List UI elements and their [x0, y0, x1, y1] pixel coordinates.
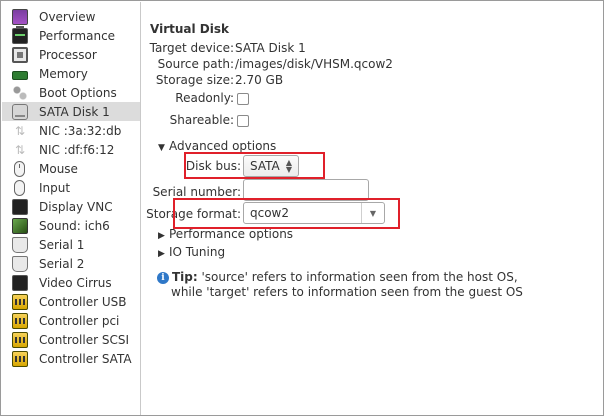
monitor-icon — [12, 8, 28, 28]
sidebar-item-sound[interactable]: Sound: ich6 — [2, 216, 140, 235]
io-tuning-label: IO Tuning — [169, 245, 226, 259]
sidebar-item-controller-sata[interactable]: Controller SATA — [2, 349, 140, 368]
sidebar-item-sata-disk-1[interactable]: SATA Disk 1 — [2, 102, 140, 121]
serial-icon — [12, 255, 28, 272]
sidebar-item-processor[interactable]: Processor — [2, 45, 140, 64]
performance-icon — [12, 27, 28, 44]
mouse-icon — [14, 160, 25, 177]
nic-icon: ⇅ — [14, 142, 26, 157]
source-path-value: /images/disk/VHSM.qcow2 — [235, 57, 393, 71]
tip-line-2: while 'target' refers to information see… — [171, 285, 523, 299]
sidebar-item-label: Controller pci — [39, 313, 120, 328]
tip-bold: Tip: — [172, 270, 198, 284]
sidebar-item-label: NIC :3a:32:db — [39, 123, 122, 138]
sidebar-item-controller-scsi[interactable]: Controller SCSI — [2, 330, 140, 349]
hardware-list: Overview Performance Processor Memory Bo… — [2, 2, 141, 415]
sidebar-item-label: Boot Options — [39, 85, 117, 100]
serial-number-label: Serial number: — [152, 185, 241, 199]
sidebar-item-video-cirrus[interactable]: Video Cirrus — [2, 273, 140, 292]
memory-icon — [12, 70, 28, 80]
sidebar-item-display-vnc[interactable]: Display VNC — [2, 197, 140, 216]
target-device-label: Target device: — [149, 41, 234, 55]
display-icon — [12, 198, 28, 215]
sidebar-item-serial-1[interactable]: Serial 1 — [2, 235, 140, 254]
readonly-checkbox[interactable] — [237, 93, 249, 105]
disk-details-panel: Virtual Disk Target device: SATA Disk 1 … — [142, 2, 602, 414]
tip-line-1: 'source' refers to information seen from… — [197, 270, 518, 284]
sidebar-item-memory[interactable]: Memory — [2, 64, 140, 83]
performance-options-expander[interactable]: ▶ Performance options — [158, 227, 293, 241]
sidebar-item-label: Video Cirrus — [39, 275, 112, 290]
sidebar-item-serial-2[interactable]: Serial 2 — [2, 254, 140, 273]
shareable-label: Shareable: — [169, 113, 234, 127]
storage-size-label: Storage size: — [155, 73, 234, 87]
sidebar-item-label: Memory — [39, 66, 88, 81]
expanded-triangle-icon: ▼ — [158, 143, 165, 153]
sidebar-item-label: Controller SCSI — [39, 332, 129, 347]
sidebar-item-nic-2[interactable]: ⇅ NIC :df:f6:12 — [2, 140, 140, 159]
performance-options-label: Performance options — [169, 227, 294, 241]
sidebar-item-boot-options[interactable]: Boot Options — [2, 83, 140, 102]
sidebar-item-overview[interactable]: Overview — [2, 7, 140, 28]
sidebar-item-nic-1[interactable]: ⇅ NIC :3a:32:db — [2, 121, 140, 140]
sidebar-item-input[interactable]: Input — [2, 178, 140, 197]
section-title: Virtual Disk — [150, 22, 229, 36]
sidebar-item-label: Input — [39, 180, 71, 195]
sidebar-item-controller-pci[interactable]: Controller pci — [2, 311, 140, 330]
sidebar-item-controller-usb[interactable]: Controller USB — [2, 292, 140, 311]
storage-format-highlight — [173, 198, 400, 229]
tip-text-line-1: Tip: 'source' refers to information seen… — [172, 270, 518, 285]
collapsed-triangle-icon: ▶ — [158, 249, 165, 259]
disk-bus-highlight — [184, 152, 325, 179]
controller-icon — [12, 331, 28, 348]
sidebar-item-label: Controller SATA — [39, 351, 132, 366]
sound-icon — [12, 217, 28, 234]
sidebar-item-label: Serial 1 — [39, 237, 85, 252]
processor-icon — [12, 46, 28, 63]
video-icon — [12, 274, 28, 291]
sidebar-item-label: Processor — [39, 47, 97, 62]
storage-size-value: 2.70 GB — [235, 73, 284, 87]
controller-icon — [12, 312, 28, 329]
serial-icon — [12, 236, 28, 253]
advanced-options-label: Advanced options — [169, 139, 277, 153]
sidebar-item-performance[interactable]: Performance — [2, 26, 140, 45]
sidebar-item-label: Display VNC — [39, 199, 113, 214]
collapsed-triangle-icon: ▶ — [158, 231, 165, 241]
sidebar-item-label: Sound: ich6 — [39, 218, 110, 233]
input-icon — [14, 179, 25, 196]
sidebar-item-label: Controller USB — [39, 294, 127, 309]
info-icon: i — [157, 272, 169, 284]
advanced-options-expander[interactable]: ▼ Advanced options — [158, 139, 276, 153]
controller-icon — [12, 293, 28, 310]
shareable-checkbox[interactable] — [237, 115, 249, 127]
source-path-label: Source path: — [157, 57, 234, 71]
nic-icon: ⇅ — [14, 123, 26, 138]
io-tuning-expander[interactable]: ▶ IO Tuning — [158, 245, 225, 259]
sidebar-item-label: Overview — [39, 9, 96, 24]
target-device-value: SATA Disk 1 — [235, 41, 306, 55]
readonly-label: Readonly: — [175, 91, 234, 105]
sidebar-item-label: Serial 2 — [39, 256, 85, 271]
sidebar-item-label: Performance — [39, 28, 116, 43]
sidebar-item-label: SATA Disk 1 — [39, 104, 110, 119]
disk-icon — [12, 103, 28, 120]
sidebar-item-label: Mouse — [39, 161, 78, 176]
boot-options-icon — [12, 84, 28, 101]
vm-details-window: Overview Performance Processor Memory Bo… — [0, 0, 604, 416]
sidebar-item-mouse[interactable]: Mouse — [2, 159, 140, 178]
sidebar-item-label: NIC :df:f6:12 — [39, 142, 115, 157]
controller-icon — [12, 350, 28, 367]
